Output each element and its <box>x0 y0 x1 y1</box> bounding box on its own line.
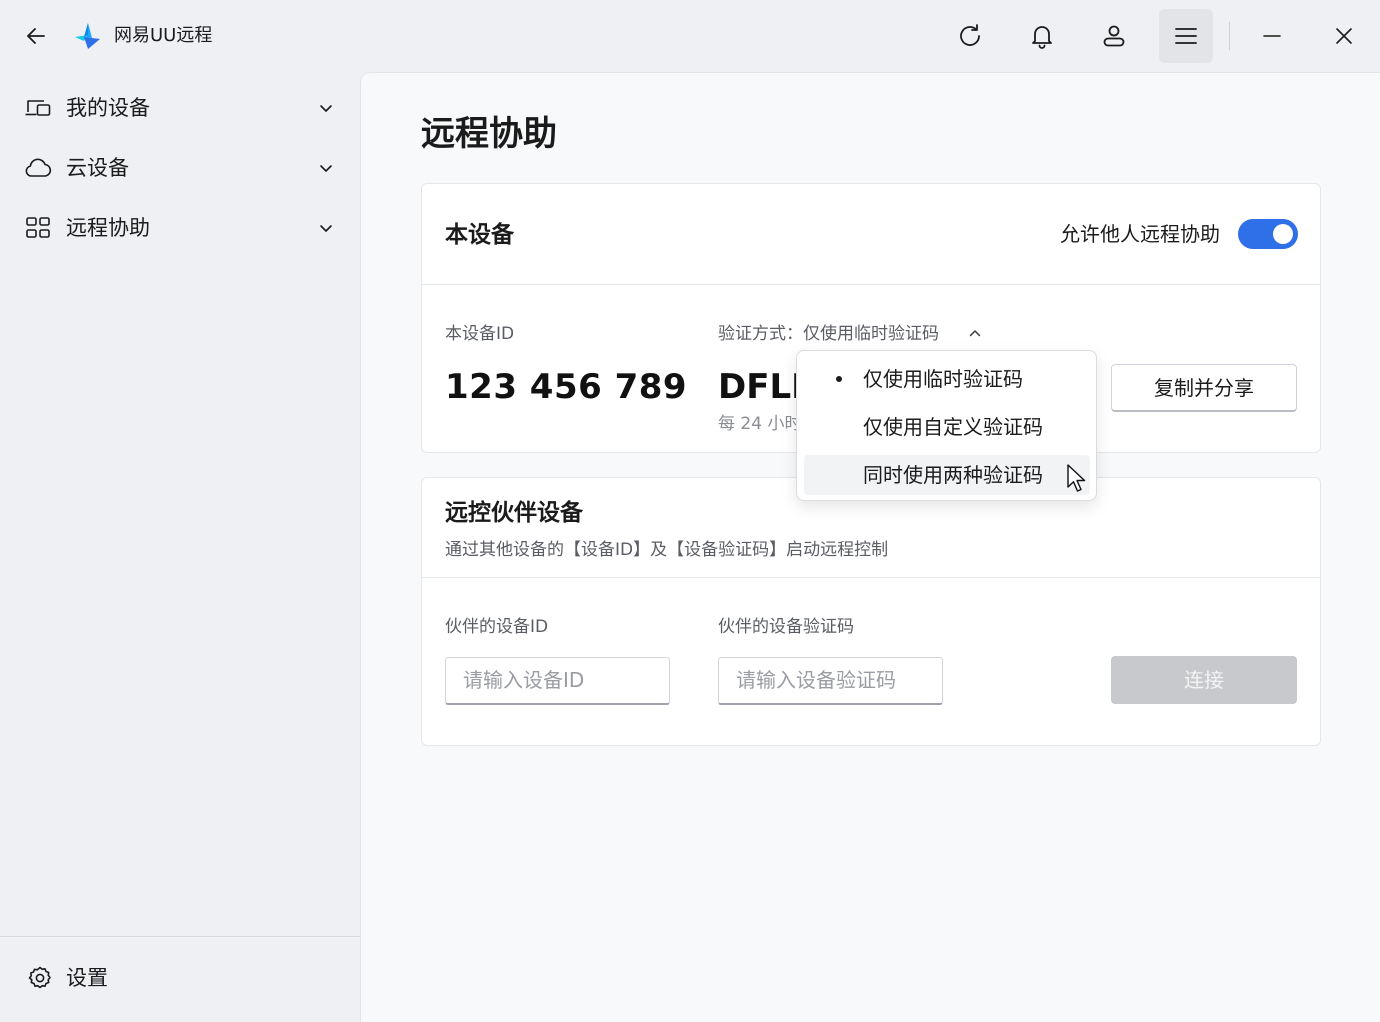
card-divider <box>422 577 1320 578</box>
mouse-cursor-icon <box>1067 464 1086 492</box>
minimize-icon <box>1263 35 1281 37</box>
account-button[interactable] <box>1087 9 1141 63</box>
sidebar-item-settings[interactable]: 设置 <box>0 950 360 1006</box>
partner-code-input[interactable]: 请输入设备验证码 <box>718 657 943 705</box>
sidebar-item-my-devices[interactable]: 我的设备 <box>0 80 360 136</box>
title-bar: 网易UU远程 <box>0 0 1380 72</box>
dropdown-option-label: 同时使用两种验证码 <box>863 463 1043 487</box>
sidebar: 我的设备 云设备 远程协助 设置 <box>0 72 360 1022</box>
partner-subtitle: 通过其他设备的【设备ID】及【设备验证码】启动远程控制 <box>445 540 889 560</box>
user-icon <box>1103 25 1125 47</box>
toggle-knob <box>1273 224 1293 244</box>
device-id-value: 123 456 789 <box>445 367 688 407</box>
menu-icon <box>1175 28 1197 44</box>
gear-icon <box>28 966 51 989</box>
dropdown-option-custom-code[interactable]: 仅使用自定义验证码 <box>804 407 1090 447</box>
sidebar-item-label: 云设备 <box>66 156 129 180</box>
dropdown-option-temp-code[interactable]: 仅使用临时验证码 <box>804 359 1090 399</box>
app-title: 网易UU远程 <box>114 25 213 46</box>
partner-title: 远控伙伴设备 <box>445 500 583 526</box>
partner-device-card: 远控伙伴设备 通过其他设备的【设备ID】及【设备验证码】启动远程控制 伙伴的设备… <box>421 477 1321 746</box>
device-id-label: 本设备ID <box>445 324 515 344</box>
sidebar-item-remote-assist[interactable]: 远程协助 <box>0 200 360 256</box>
verify-method-selector[interactable]: 验证方式：仅使用临时验证码 <box>718 322 939 346</box>
minimize-button[interactable] <box>1245 9 1299 63</box>
sidebar-item-label: 我的设备 <box>66 96 150 120</box>
chevron-down-icon <box>320 165 332 172</box>
bell-icon <box>1032 26 1052 49</box>
connect-button[interactable]: 连接 <box>1111 656 1297 704</box>
main-content: 远程协助 本设备 允许他人远程协助 本设备ID 123 456 789 验证方式… <box>360 72 1380 1022</box>
selected-bullet-icon <box>836 376 842 382</box>
close-icon <box>1336 28 1352 44</box>
dropdown-option-both-codes[interactable]: 同时使用两种验证码 <box>804 455 1090 495</box>
this-device-title: 本设备 <box>445 222 514 248</box>
verify-code-value: DFLK <box>718 367 802 407</box>
dropdown-option-label: 仅使用临时验证码 <box>863 367 1023 391</box>
close-button[interactable] <box>1317 9 1371 63</box>
app-logo <box>75 23 100 49</box>
sidebar-divider <box>0 936 360 937</box>
remote-assist-icon <box>26 217 50 238</box>
allow-assist-label: 允许他人远程协助 <box>1060 222 1220 246</box>
page-title: 远程协助 <box>421 114 557 154</box>
chevron-down-icon <box>320 105 332 112</box>
titlebar-separator <box>1229 22 1230 50</box>
chevron-up-icon[interactable] <box>968 326 982 340</box>
back-arrow-icon <box>27 28 45 44</box>
dropdown-option-label: 仅使用自定义验证码 <box>863 415 1043 439</box>
copy-share-button[interactable]: 复制并分享 <box>1111 364 1297 412</box>
back-button[interactable] <box>16 16 56 56</box>
settings-label: 设置 <box>66 966 108 990</box>
sidebar-item-label: 远程协助 <box>66 216 150 240</box>
partner-code-label: 伙伴的设备验证码 <box>718 617 854 637</box>
chevron-down-icon <box>320 225 332 232</box>
devices-icon <box>25 100 51 116</box>
card-divider <box>422 284 1320 285</box>
cloud-icon <box>25 158 52 177</box>
refresh-button[interactable] <box>943 9 997 63</box>
partner-id-input[interactable]: 请输入设备ID <box>445 657 670 705</box>
verify-code-refresh-note: 每 24 小时 <box>718 414 802 434</box>
allow-assist-toggle[interactable] <box>1238 219 1298 249</box>
refresh-icon <box>960 24 980 46</box>
sidebar-item-cloud-devices[interactable]: 云设备 <box>0 140 360 196</box>
partner-id-label: 伙伴的设备ID <box>445 617 549 637</box>
verify-method-dropdown: 仅使用临时验证码 仅使用自定义验证码 同时使用两种验证码 <box>796 350 1097 501</box>
notifications-button[interactable] <box>1015 9 1069 63</box>
main-menu-button[interactable] <box>1159 9 1213 63</box>
